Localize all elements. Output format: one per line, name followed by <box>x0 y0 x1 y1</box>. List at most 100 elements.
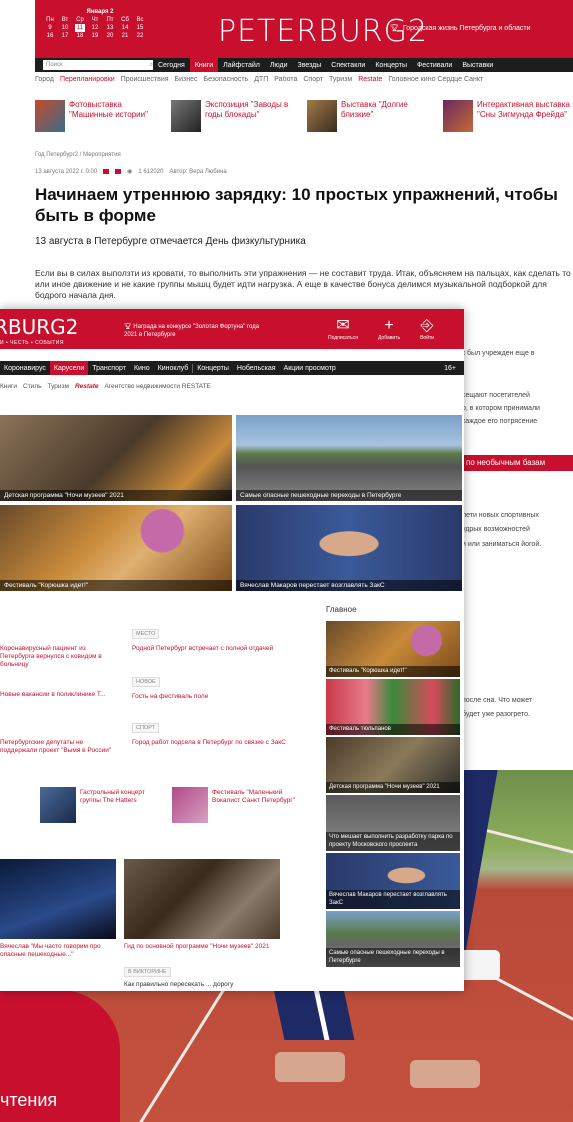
news-tile[interactable]: Вячеслав Макаров перестает возглавлять З… <box>236 505 462 591</box>
subnav-link[interactable]: Туризм <box>48 383 69 390</box>
news-tile[interactable]: Самые опасные пешеходные переходы в Пете… <box>236 415 462 501</box>
event-link[interactable]: Гастрольный концерт группы The Hatters <box>80 789 160 805</box>
article-date: 13 августа 2022 г. 0:00 <box>35 168 98 175</box>
breadcrumb[interactable]: Год Петербург2 / Мероприятия <box>35 152 121 158</box>
subnav-link[interactable]: Книги <box>0 383 17 390</box>
menu-item[interactable]: Люди <box>265 62 293 69</box>
feature-card[interactable]: Экспозиция "Заводы в годы блокады" <box>171 100 299 132</box>
header-actions: ✉ Подписаться + Добавить ⎆ Войти <box>328 317 434 341</box>
menu-item[interactable]: Выставки <box>457 62 498 69</box>
menu-item[interactable]: Транспорт <box>88 361 130 375</box>
subnav-link[interactable]: Головное кино Сердце Санкт <box>388 76 483 83</box>
calendar-day[interactable]: 14 <box>120 24 130 32</box>
calendar-day[interactable]: 10 <box>60 24 70 32</box>
subnav-link[interactable]: Безопасность <box>204 76 249 83</box>
news-link[interactable]: Петербургские депутаты не поддержали про… <box>0 739 118 755</box>
news-photo[interactable] <box>124 859 280 939</box>
article-meta: 13 августа 2022 г. 0:00 ◉ 1 612020 Автор… <box>35 168 227 176</box>
menu-item[interactable]: Киноклуб <box>154 361 193 375</box>
subnav-link[interactable]: Агентство недвижимости RESTATE <box>104 383 210 390</box>
subscribe-button[interactable]: ✉ Подписаться <box>328 317 358 341</box>
search-input[interactable]: Поиск ⌕ <box>43 60 153 70</box>
tile-caption: Детская программа "Ночи музеев" 2021 <box>0 490 232 501</box>
news-tile[interactable]: Фестиваль "Корюшка идет!" <box>0 505 232 591</box>
article-author[interactable]: Автор: Вера Любина <box>169 169 226 175</box>
subnav-link[interactable]: Город <box>35 76 54 83</box>
event-thumbnail[interactable] <box>40 787 76 823</box>
news-link[interactable]: Коронавирусный пациент из Петербурга вер… <box>0 645 118 669</box>
main-news-tile[interactable]: Детская программа "Ночи музеев" 2021 <box>326 737 460 793</box>
menu-item[interactable]: Сегодня <box>153 62 190 69</box>
news-link[interactable]: Вячеслав "Мы часто говорим про опасные п… <box>0 943 116 959</box>
article-text-fragment: и или заниматься йогой. <box>462 541 542 548</box>
overlay-logo[interactable]: RBURG2 <box>0 315 78 339</box>
subnav-link[interactable]: Туризм <box>329 76 352 83</box>
restate-logo[interactable]: Restate <box>75 383 98 390</box>
feature-card[interactable]: Фотовыставка "Машинные истории" <box>35 100 163 132</box>
menu-item[interactable]: Концерты <box>193 361 233 375</box>
news-tag[interactable]: В ВИКТОРИНЕ <box>124 967 171 977</box>
article-subheading: по необычным базам <box>462 455 573 471</box>
event-link[interactable]: Фестиваль "Маленький Вокалист Санкт Пете… <box>212 789 306 805</box>
calendar-day[interactable]: 13 <box>105 24 115 32</box>
news-photo[interactable] <box>0 859 116 939</box>
news-link[interactable]: Гость на фестиваль поле <box>132 693 302 701</box>
main-news-tile[interactable]: Самые опасные пешеходные переходы в Пете… <box>326 911 460 967</box>
calendar-day[interactable]: 22 <box>135 32 145 40</box>
calendar-day[interactable]: 16 <box>45 32 55 40</box>
menu-item-active[interactable]: Книги <box>189 58 219 72</box>
tile-caption: Самые опасные пешеходные переходы в Пете… <box>236 490 462 501</box>
news-link[interactable]: Гид по основной программе "Ночи музеев" … <box>124 943 280 951</box>
subnav-link[interactable]: Происшествия <box>121 76 169 83</box>
main-news-tile[interactable]: Фестиваль "Корюшка идет!" <box>326 621 460 677</box>
subnav-link[interactable]: Перепланировки <box>60 76 115 83</box>
news-tile[interactable]: Детская программа "Ночи музеев" 2021 <box>0 415 232 501</box>
news-link[interactable]: Родной Петербург встречает с полной отда… <box>132 645 302 653</box>
article-text-fragment: о, в котором принимали <box>462 405 540 412</box>
menu-item[interactable]: Звезды <box>293 62 327 69</box>
subnav-link[interactable]: Стиль <box>23 383 41 390</box>
subscribe-label: Подписаться <box>328 335 358 341</box>
calendar-day[interactable]: 9 <box>45 24 55 32</box>
feature-card[interactable]: Выставка "Долгие близкие" <box>307 100 435 132</box>
calendar-day[interactable]: 12 <box>90 24 100 32</box>
calendar-day[interactable]: 20 <box>105 32 115 40</box>
news-link[interactable]: Новые вакансии в поликлинике Т... <box>0 691 118 699</box>
menu-item-active[interactable]: Карусели <box>49 361 89 375</box>
feature-card[interactable]: Интерактивная выставка "Сны Зигмунда Фре… <box>443 100 571 132</box>
news-link[interactable]: Город работ подсела в Петербург по связк… <box>132 739 302 747</box>
feature-title: Интерактивная выставка "Сны Зигмунда Фре… <box>477 100 570 119</box>
calendar-day-today[interactable]: 11 <box>75 24 85 32</box>
menu-item[interactable]: Нобельская <box>233 361 280 375</box>
login-button[interactable]: ⎆ Войти <box>420 317 434 341</box>
calendar-widget[interactable]: Января 2 Пн Вт Ср Чт Пт Сб Вс 9 10 11 12 13 14 15 16… <box>45 8 155 40</box>
main-news-tile[interactable]: Что мешает выполнить разработку парка по… <box>326 795 460 851</box>
mail-icon: ✉ <box>336 317 350 334</box>
subnav-link-restate[interactable]: Restate <box>358 76 382 83</box>
menu-item[interactable]: Спектакли <box>326 62 370 69</box>
main-news-tile[interactable]: Фестиваль тюльпанов <box>326 679 460 735</box>
news-tag[interactable]: НОВОЕ <box>132 677 160 687</box>
calendar-day[interactable]: 17 <box>60 32 70 40</box>
main-news-tile[interactable]: Вячеслав Макаров перестает возглавлять З… <box>326 853 460 909</box>
menu-item[interactable]: Кино <box>130 361 154 375</box>
menu-item[interactable]: Лайфстайл <box>218 62 265 69</box>
menu-item[interactable]: Акции просмотр <box>280 361 340 375</box>
calendar-day[interactable]: 15 <box>135 24 145 32</box>
add-button[interactable]: + Добавить <box>378 317 400 341</box>
calendar-day[interactable]: 19 <box>90 32 100 40</box>
subnav-link[interactable]: ДТП <box>254 76 268 83</box>
news-tag[interactable]: МЕСТО <box>132 629 160 639</box>
event-thumbnail[interactable] <box>172 787 208 823</box>
subnav-link[interactable]: Спорт <box>303 76 323 83</box>
subnav-link[interactable]: Бизнес <box>175 76 198 83</box>
menu-item[interactable]: Коронавирус <box>0 361 50 375</box>
calendar-day[interactable]: 18 <box>75 32 85 40</box>
feature-title: Фотовыставка "Машинные истории" <box>69 100 148 119</box>
news-tag[interactable]: СПОРТ <box>132 723 159 733</box>
news-link[interactable]: Как правильно пересекать ... дорогу <box>124 981 280 989</box>
menu-item[interactable]: Концерты <box>370 62 412 69</box>
subnav-link[interactable]: Работа <box>274 76 297 83</box>
calendar-day[interactable]: 21 <box>120 32 130 40</box>
menu-item[interactable]: Фестивали <box>412 62 457 69</box>
